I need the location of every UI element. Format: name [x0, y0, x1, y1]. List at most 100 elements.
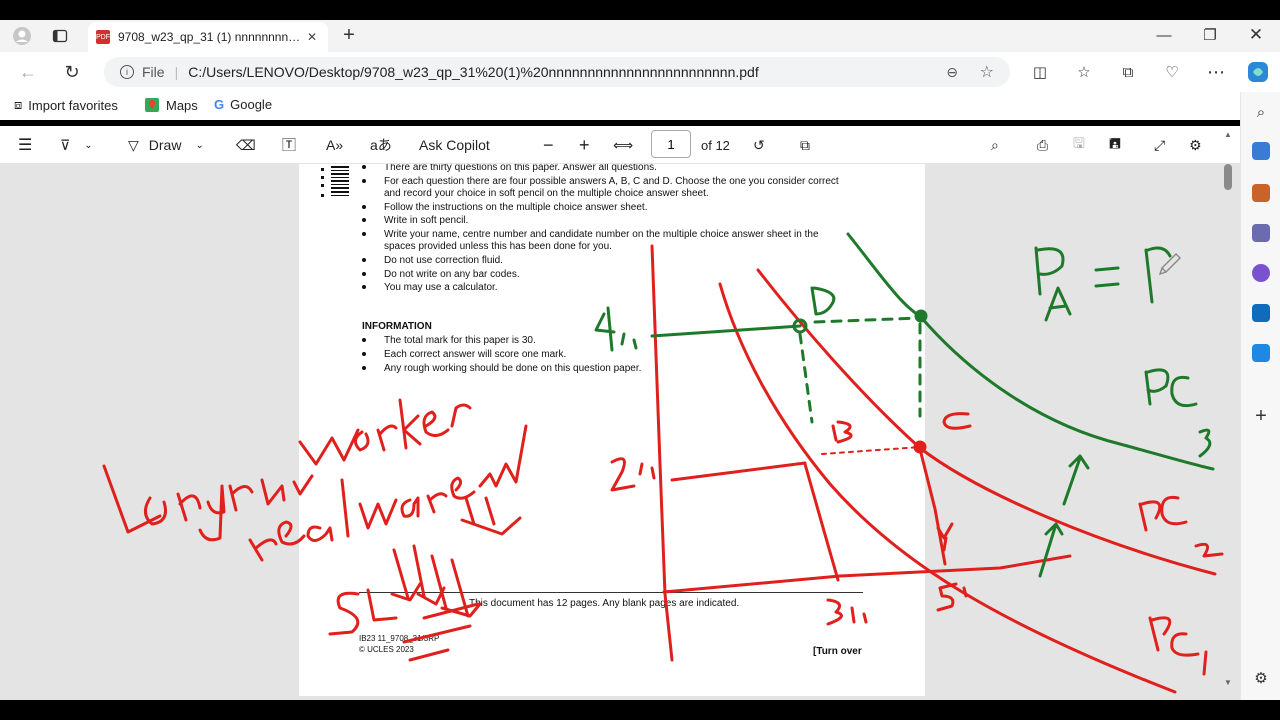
browser-essentials-button[interactable]: ♡ [1160, 60, 1184, 84]
save-as-button[interactable]: 🖪 [1109, 126, 1121, 164]
read-aloud-icon: A» [326, 137, 344, 153]
ink-annotations [102, 232, 1224, 694]
draw-label: Draw [148, 137, 182, 153]
pdf-icon: PDF [96, 30, 110, 44]
back-button[interactable]: ← [16, 60, 40, 84]
favorites-icon: ☆ [1077, 64, 1091, 81]
profile-avatar[interactable] [10, 24, 34, 48]
more-icon: ⋯ [1207, 61, 1225, 82]
restore-icon: ❐ [1203, 27, 1217, 44]
gear-icon: ⚙ [1254, 670, 1268, 687]
sidebar-shopping-icon[interactable] [1252, 142, 1270, 160]
new-tab-button[interactable]: + [338, 24, 360, 46]
list-icon: ☰ [18, 137, 33, 154]
rotate-button[interactable]: ↺ [753, 126, 765, 164]
back-arrow-icon: ← [19, 61, 37, 82]
refresh-button[interactable]: ↻ [60, 60, 84, 84]
bookmarks-bar: ⧈ Import favorites Maps G Google [0, 92, 1280, 120]
sidebar-copilot-icon[interactable] [1252, 264, 1270, 282]
erase-button[interactable]: ⌫ [236, 126, 256, 164]
profile-icon [13, 27, 31, 45]
sidebar-search-button[interactable]: ⌕ [1249, 100, 1273, 124]
eraser-icon: ⌫ [236, 136, 256, 153]
tab-actions-button[interactable] [48, 24, 72, 48]
collections-button[interactable]: ⧉ [1116, 60, 1140, 84]
sidebar-settings-button[interactable]: ⚙ [1249, 666, 1273, 690]
scroll-thumb[interactable] [1224, 164, 1232, 190]
pdf-settings-button[interactable]: ⚙ [1189, 126, 1202, 164]
close-window-button[interactable]: ✕ [1244, 24, 1268, 46]
pdf-viewport: There are thirty questions on this paper… [0, 164, 1240, 700]
bookmark-label: Maps [166, 97, 198, 113]
print-icon: ⎙ [1037, 136, 1049, 153]
address-url[interactable]: C:/Users/LENOVO/Desktop/9708_w23_qp_31%2… [188, 64, 759, 80]
zoom-out-button[interactable]: − [543, 126, 554, 164]
add-favorite-icon[interactable]: ☆ [980, 62, 994, 82]
bookmark-import-favorites[interactable]: ⧈ Import favorites [14, 97, 118, 113]
ask-copilot-button[interactable]: Ask Copilot [419, 126, 490, 164]
sidebar-games-icon[interactable] [1252, 224, 1270, 242]
scroll-down-icon[interactable]: ▼ [1224, 678, 1232, 687]
fit-page-button[interactable]: ⟺ [613, 126, 633, 164]
vertical-scrollbar[interactable]: ▲ ▼ [1220, 126, 1238, 700]
sidebar-send-icon[interactable] [1252, 344, 1270, 362]
copilot-icon [1248, 62, 1268, 82]
zoom-in-button[interactable]: + [579, 126, 590, 164]
fullscreen-button[interactable]: ⤢ [1154, 126, 1165, 164]
read-aloud-button[interactable]: A» [326, 126, 343, 164]
add-text-button[interactable]: 🅃 [282, 126, 296, 164]
search-icon: ⌕ [1256, 103, 1266, 121]
search-button[interactable]: ⌕ [991, 126, 999, 164]
minimize-button[interactable]: — [1152, 24, 1176, 46]
fit-width-icon: ⟺ [613, 136, 634, 153]
pdf-toolbar: ☰ ⊽ ⌄ ▽ Draw ⌄ ⌫ 🅃 A» aあ Ask Copilot − + ⟺ … [0, 126, 1240, 164]
import-icon: ⧈ [14, 97, 23, 112]
page-total: of 12 [701, 137, 730, 153]
settings-more-button[interactable]: ⋯ [1204, 60, 1228, 84]
edge-sidebar: ⌕ + ⚙ [1240, 92, 1280, 700]
address-bar[interactable]: i File | C:/Users/LENOVO/Desktop/9708_w2… [104, 57, 1010, 87]
save-icon: 🖫 [1073, 135, 1085, 151]
text-box-icon: 🅃 [282, 137, 296, 153]
gear-icon: ⚙ [1189, 136, 1202, 153]
sidebar-add-button[interactable]: + [1249, 404, 1273, 428]
copilot-button[interactable] [1244, 58, 1272, 86]
translate-button[interactable]: aあ [370, 126, 392, 164]
plus-icon: + [343, 23, 355, 46]
highlight-button[interactable]: ⊽ ⌄ [60, 126, 93, 164]
print-button[interactable]: ⎙ [1037, 126, 1048, 164]
red-ink [102, 244, 1224, 694]
favorites-button[interactable]: ☆ [1072, 60, 1096, 84]
save-button[interactable]: 🖫 [1073, 126, 1085, 164]
address-scheme-label: File [142, 64, 165, 80]
page-number-input[interactable]: 1 [651, 130, 691, 158]
zoom-icon[interactable]: ⊖ [946, 64, 958, 81]
restore-button[interactable]: ❐ [1198, 24, 1222, 46]
split-screen-icon: ◫ [1032, 64, 1048, 81]
tab-actions-icon [52, 29, 68, 43]
close-icon: ✕ [1248, 25, 1264, 44]
bookmark-label: Google [230, 97, 273, 112]
heart-pulse-icon: ♡ [1165, 64, 1179, 81]
scroll-up-icon[interactable]: ▲ [1224, 130, 1232, 139]
bookmark-label: Import favorites [28, 97, 118, 113]
sidebar-outlook-icon[interactable] [1252, 304, 1270, 322]
sidebar-tools-icon[interactable] [1252, 184, 1270, 202]
contents-button[interactable]: ☰ [18, 126, 32, 164]
bookmark-google[interactable]: G Google [214, 97, 272, 112]
draw-button[interactable]: ▽ Draw ⌄ [128, 126, 204, 164]
chevron-down-icon: ⌄ [84, 139, 93, 151]
tab-active[interactable]: PDF 9708_w23_qp_31 (1) nnnnnnnnnnnnnnnnn… [88, 22, 328, 52]
plus-icon: + [1255, 404, 1267, 427]
save-as-icon: 🖪 [1109, 135, 1121, 151]
split-screen-button[interactable]: ◫ [1028, 60, 1052, 84]
page-view-button[interactable]: ⧉ [800, 126, 810, 164]
rotate-icon: ↺ [753, 136, 765, 153]
green-ink [594, 232, 1215, 578]
bookmark-maps[interactable]: Maps [144, 97, 198, 113]
os-bottom-bar [0, 700, 1280, 720]
tab-close-icon[interactable]: ✕ [304, 30, 320, 44]
info-icon[interactable]: i [120, 65, 134, 79]
maps-icon [145, 98, 159, 112]
minimize-icon: — [1156, 26, 1172, 44]
